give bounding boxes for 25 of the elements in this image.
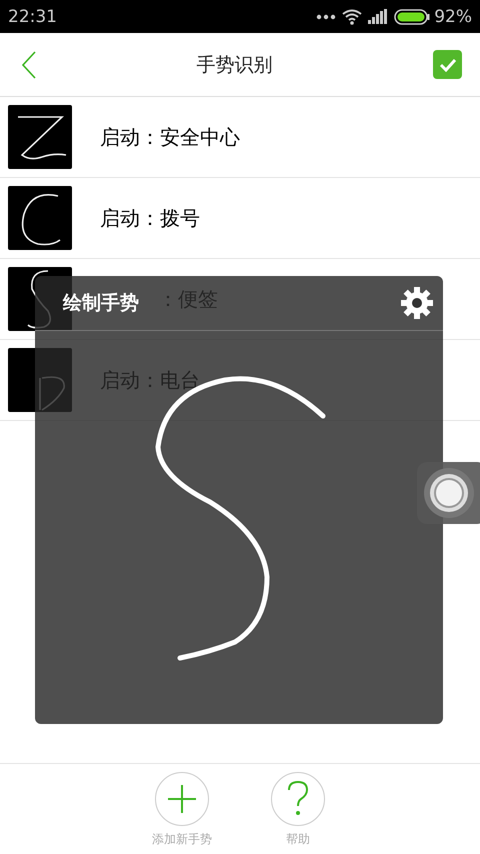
confirm-checkbox[interactable] <box>433 50 462 79</box>
question-icon <box>287 781 309 817</box>
gesture-action: 启动：安全中心 <box>100 124 240 150</box>
floating-ball-button[interactable] <box>417 462 480 524</box>
action-label: 添加新手势 <box>152 831 212 848</box>
plus-icon <box>168 785 196 813</box>
battery-percent: 92% <box>434 6 472 26</box>
status-time: 22:31 <box>8 6 57 26</box>
gesture-thumbnail <box>8 186 72 250</box>
check-icon <box>438 58 456 72</box>
add-button[interactable] <box>155 772 209 826</box>
help-button[interactable] <box>271 772 325 826</box>
more-icon <box>316 14 336 20</box>
wifi-icon <box>342 8 362 24</box>
gesture-row[interactable]: 启动：安全中心 <box>0 97 480 178</box>
panel-title: 绘制手势 <box>63 291 139 316</box>
gesture-thumbnail <box>8 105 72 169</box>
gesture-row[interactable]: 启动：拨号 <box>0 178 480 259</box>
back-icon[interactable] <box>22 50 36 78</box>
page-title: 手势识别 <box>196 52 274 78</box>
gesture-action: 启动：拨号 <box>100 204 200 232</box>
action-label: 帮助 <box>286 831 310 848</box>
battery-icon <box>394 8 430 24</box>
settings-icon[interactable] <box>401 287 433 319</box>
signal-icon <box>368 9 388 24</box>
